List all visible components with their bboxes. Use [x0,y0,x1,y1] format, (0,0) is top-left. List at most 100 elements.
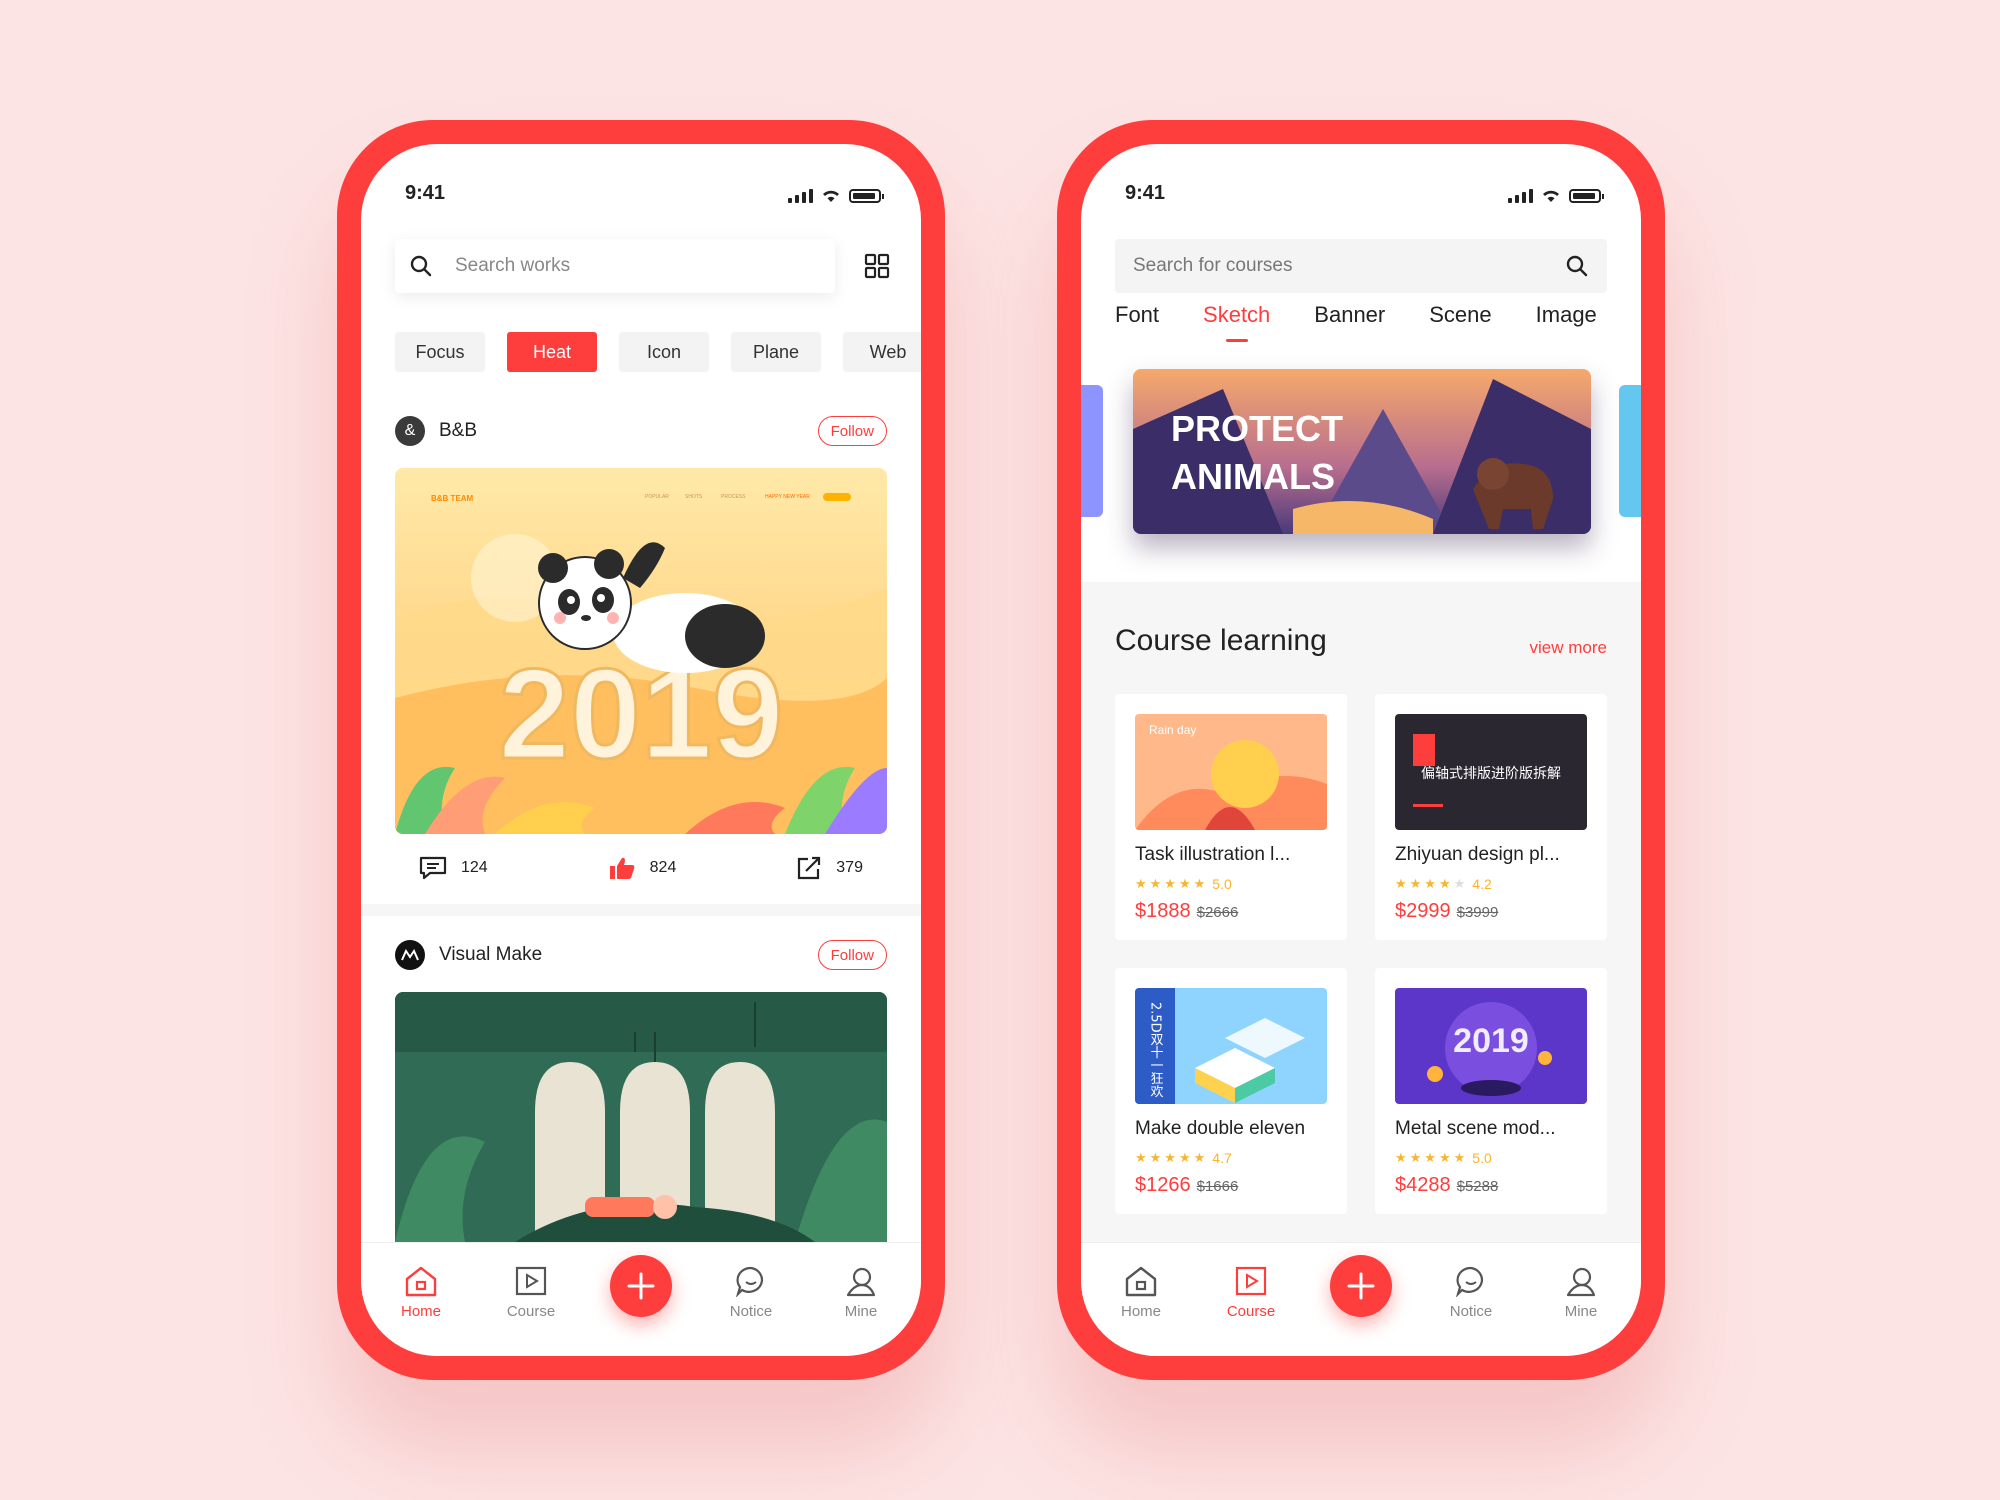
status-icons [788,188,884,203]
comment-stat[interactable]: 124 [419,856,488,880]
chip-plane[interactable]: Plane [731,332,821,372]
course-icon [1235,1266,1267,1296]
category-tabs: Font Sketch Banner Scene Image [1115,302,1597,342]
banner-carousel[interactable]: PROTECT ANIMALS [1081,369,1641,549]
search-courses-input[interactable]: Search for courses [1115,239,1607,293]
author-name[interactable]: B&B [439,420,477,442]
home-icon [1125,1266,1157,1297]
tab-image[interactable]: Image [1536,302,1597,328]
battery-icon [849,189,884,203]
tab-course[interactable]: Course [1211,1265,1291,1320]
post-image[interactable] [395,992,887,1242]
course-thumbnail: 2019 [1395,988,1587,1104]
chip-web[interactable]: Web [843,332,921,372]
tab-mine[interactable]: Mine [821,1265,901,1320]
post-image[interactable]: B&B TEAM POPULAR SHOTS PROCESS HAPPY NEW… [395,468,887,834]
course-rating: ★★★★★ 4.7 [1135,1150,1232,1166]
phone-frame-home: 9:41 Search works Focus Heat Icon Plane [337,120,945,1380]
search-works-input[interactable]: Search works [395,239,835,293]
tab-home-label: Home [400,1303,441,1320]
search-placeholder: Search for courses [1133,255,1293,276]
post-divider [361,904,921,916]
tab-home[interactable]: Home [381,1265,461,1320]
status-bar: 9:41 [361,144,921,204]
tab-notice-label: Notice [729,1303,773,1320]
rating-value: 5.0 [1472,1150,1492,1166]
tab-notice[interactable]: Notice [711,1265,791,1320]
follow-button[interactable]: Follow [817,940,887,970]
tab-course[interactable]: Course [491,1265,571,1320]
post-stats: 124 824 379 [395,856,887,880]
author-avatar[interactable] [395,940,425,970]
section-title: Course learning [1115,624,1327,657]
course-price: $1266 $1666 [1135,1174,1238,1197]
original-price: $2666 [1196,904,1239,921]
comment-count: 124 [461,859,488,876]
chip-heat[interactable]: Heat [507,332,597,372]
course-title: Zhiyuan design pl... [1395,844,1560,865]
tab-course-label: Course [506,1303,556,1320]
share-icon [798,856,821,880]
course-card[interactable]: 2019 Metal scene mod... ★★★★★ 5.0 $4288 … [1375,968,1607,1214]
signal-icon [1508,189,1533,203]
course-thumbnail: Rain day [1135,714,1327,830]
course-learning-section: Course learning view more Rain day Task … [1081,582,1641,1242]
original-price: $3999 [1456,904,1499,921]
share-stat[interactable]: 379 [796,856,863,880]
chat-bubble-icon [1455,1266,1483,1297]
create-button[interactable] [610,1255,672,1317]
image-nav-process: PROCESS [721,494,746,500]
course-thumbnail: 偏轴式排版进阶版拆解 [1395,714,1587,830]
current-price: $1266 [1135,1174,1191,1196]
follow-button[interactable]: Follow [817,416,887,446]
protect-animals-banner: PROTECT ANIMALS [1133,369,1591,534]
tab-mine[interactable]: Mine [1541,1265,1621,1320]
chat-bubble-icon [735,1266,763,1297]
thumb-label: Rain day [1149,723,1196,737]
current-price: $4288 [1395,1174,1451,1196]
search-icon[interactable] [1565,254,1589,278]
author-avatar[interactable]: & [395,416,425,446]
chip-icon[interactable]: Icon [619,332,709,372]
chip-focus[interactable]: Focus [395,332,485,372]
thumb-label: 偏轴式排版进阶版拆解 [1421,766,1561,782]
tab-notice[interactable]: Notice [1431,1265,1511,1320]
tab-home[interactable]: Home [1101,1265,1181,1320]
tab-mine-label: Mine [1564,1303,1598,1320]
tab-scene[interactable]: Scene [1429,302,1491,328]
status-icons [1508,188,1604,203]
original-price: $5288 [1456,1178,1499,1195]
author-name[interactable]: Visual Make [439,944,542,966]
rating-value: 4.2 [1472,876,1492,892]
search-placeholder: Search works [455,255,571,276]
home-icon [405,1266,437,1297]
original-price: $1666 [1196,1178,1239,1195]
phone-frame-course: 9:41 Search for courses Font Sketch Bann… [1057,120,1665,1380]
course-card[interactable]: 2.5D双十一狂欢 Make double eleven ★★★★★ 4.7 $… [1115,968,1347,1214]
view-more-link[interactable]: view more [1530,638,1607,658]
course-card[interactable]: 偏轴式排版进阶版拆解 Zhiyuan design pl... ★★★★★ 4.… [1375,694,1607,940]
create-button[interactable] [1330,1255,1392,1317]
tab-mine-label: Mine [844,1303,878,1320]
current-price: $2999 [1395,900,1451,922]
tab-font[interactable]: Font [1115,302,1159,328]
carousel-prev-slide[interactable] [1081,385,1103,517]
carousel-next-slide[interactable] [1619,385,1641,517]
course-card[interactable]: Rain day Task illustration l... ★★★★★ 5.… [1115,694,1347,940]
image-nav-shots: SHOTS [685,494,703,500]
bottom-tab-bar: Home Course Notice Mine [361,1242,921,1356]
star-rating-icon: ★★★★★ [1395,876,1469,891]
like-stat[interactable]: 824 [608,856,676,880]
tab-course-label: Course [1226,1303,1276,1320]
banner-slide[interactable]: PROTECT ANIMALS [1133,369,1591,534]
plus-icon [1347,1272,1375,1300]
status-bar: 9:41 [1081,144,1641,204]
grid-view-icon[interactable] [863,252,891,280]
search-icon [409,254,443,278]
banner-headline-2: ANIMALS [1171,456,1335,497]
thumb-label: 2.5D双十一狂欢 [1148,1002,1164,1098]
user-icon [846,1267,876,1297]
tab-sketch[interactable]: Sketch [1203,302,1270,342]
green-room-illustration [395,992,887,1242]
tab-banner[interactable]: Banner [1314,302,1385,328]
